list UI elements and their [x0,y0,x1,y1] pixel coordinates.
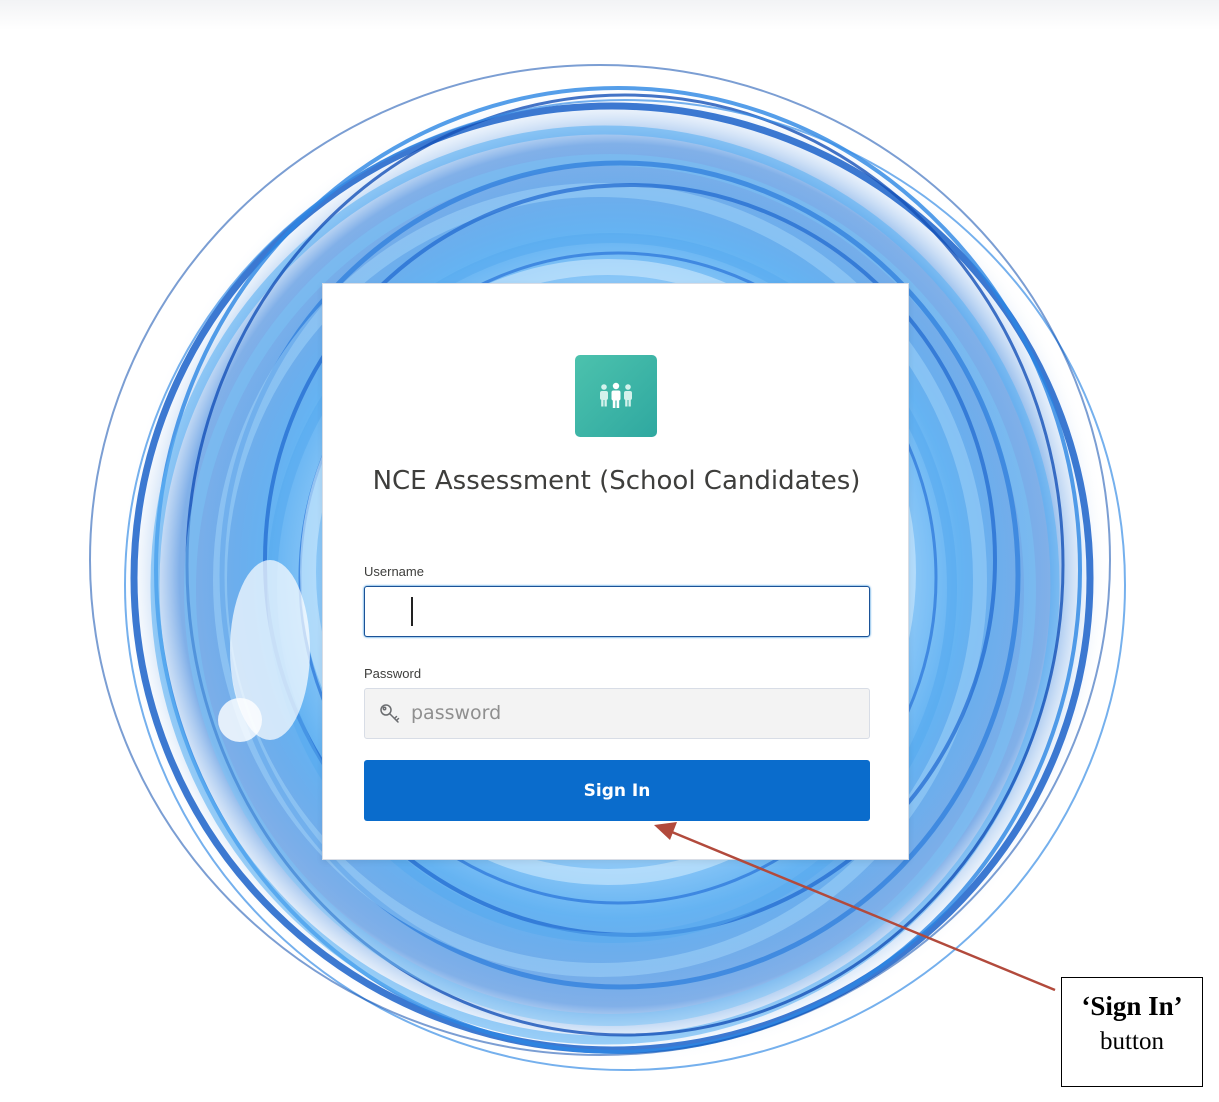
annotation-arrow [654,822,1056,992]
callout-title: ‘Sign In’ [1081,991,1183,1021]
login-page: NCE Assessment (School Candidates) Usern… [0,0,1219,1102]
callout-subtitle: button [1100,1028,1164,1055]
callout-box: ‘Sign In’ button [1061,977,1203,1087]
